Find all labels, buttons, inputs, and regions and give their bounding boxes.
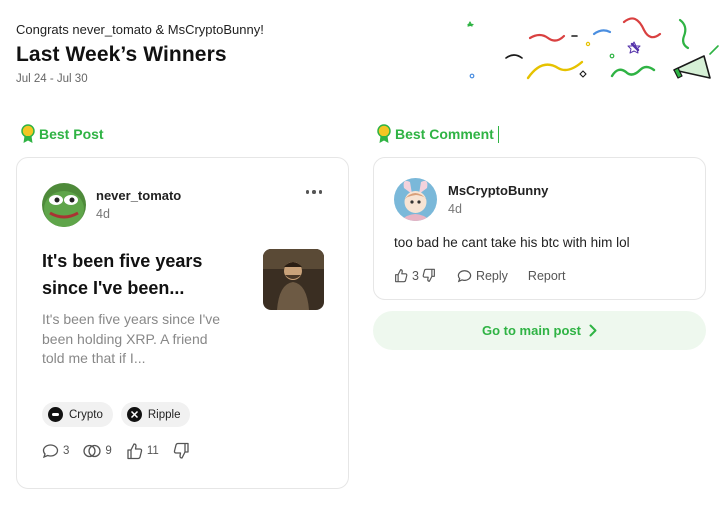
tag-crypto[interactable]: Crypto [42, 402, 113, 427]
report-button[interactable]: Report [528, 269, 566, 283]
post-title[interactable]: It's been five years since I've been... [42, 248, 242, 302]
tag-label: Ripple [147, 408, 181, 421]
comment-author-username[interactable]: MsCryptoBunny [448, 183, 548, 198]
chevron-right-icon [589, 324, 597, 337]
confetti-illustration [467, 17, 719, 80]
likes-count: 11 [146, 445, 159, 457]
thumbs-down-icon [173, 442, 189, 459]
best-post-card[interactable]: never_tomato 4d It's been five years sin… [16, 157, 349, 489]
go-to-main-post-button[interactable]: Go to main post [373, 311, 706, 350]
post-excerpt: It's been five years since I've been hol… [42, 311, 221, 366]
report-label: Report [527, 268, 566, 283]
reactions-stat[interactable]: 9 [83, 443, 112, 459]
dislike-button[interactable] [173, 442, 190, 460]
reply-button[interactable]: Reply [457, 269, 508, 283]
best-comment-card[interactable]: MsCryptoBunny 4d too bad he cant take hi… [373, 157, 706, 300]
post-stats: 3 9 11 [42, 442, 204, 460]
congrats-text: Congrats never_tomato & MsCryptoBunny! [16, 22, 264, 37]
comment-bubble-icon [457, 269, 472, 282]
thumbs-up-icon [395, 269, 408, 283]
page-title: Last Week’s Winners [16, 43, 227, 66]
comment-likes-count: 3 [412, 268, 419, 283]
comment-text: too bad he cant take his btc with him lo… [394, 235, 630, 250]
thumbs-down-icon [422, 268, 435, 282]
tag-label: Crypto [69, 408, 103, 421]
go-to-main-post-label: Go to main post [482, 323, 581, 338]
post-author-username[interactable]: never_tomato [96, 188, 181, 203]
avatar[interactable] [42, 183, 86, 227]
tag-ripple[interactable]: Ripple [120, 402, 191, 427]
comment-actions: 3 Reply Report [394, 268, 565, 283]
comment-like-button[interactable]: 3 [394, 268, 419, 283]
reaction-icon [83, 444, 102, 458]
bunny-avatar [394, 178, 437, 221]
post-thumbnail[interactable] [263, 249, 324, 310]
likes-stat[interactable]: 11 [126, 442, 159, 460]
comments-count: 3 [63, 445, 70, 457]
avatar[interactable] [394, 178, 437, 221]
best-post-label: Best Post [20, 124, 104, 144]
reactions-count: 9 [105, 445, 112, 457]
date-range: Jul 24 - Jul 30 [16, 73, 88, 85]
comment-bubble-icon [42, 444, 59, 459]
comment-dislike-button[interactable] [422, 268, 436, 283]
comments-stat[interactable]: 3 [42, 443, 69, 459]
more-options-icon[interactable] [305, 190, 322, 194]
header: Congrats never_tomato & MsCryptoBunny! L… [16, 22, 264, 85]
best-comment-label: Best Comment [376, 124, 499, 144]
award-ribbon-icon [377, 124, 391, 143]
reply-label: Reply [475, 268, 508, 283]
post-time: 4d [96, 207, 110, 221]
crypto-icon [48, 407, 63, 422]
post-thumbnail-image [263, 249, 324, 310]
pepe-frog-avatar [42, 183, 86, 227]
text-cursor [497, 125, 499, 143]
ripple-x-icon [126, 407, 142, 422]
thumbs-up-icon [127, 443, 143, 460]
best-comment-label-text: Best Comment [395, 126, 494, 142]
best-post-label-text: Best Post [39, 126, 104, 142]
award-ribbon-icon [21, 124, 35, 143]
tag-list: Crypto Ripple [42, 402, 191, 427]
comment-time: 4d [448, 202, 462, 216]
